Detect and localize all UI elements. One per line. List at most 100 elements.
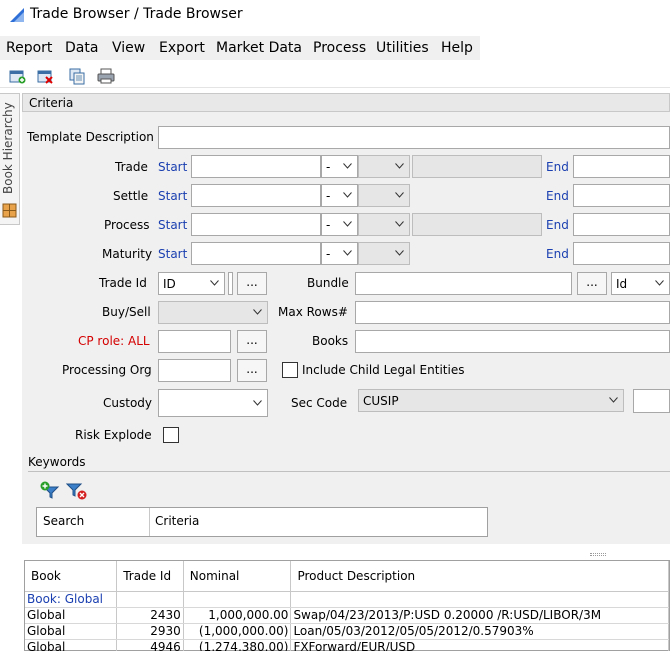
custody-select[interactable] — [158, 389, 268, 417]
risk-explode-checkbox[interactable] — [163, 427, 179, 443]
trade-end-label: End — [546, 160, 569, 174]
cell-trade-id: 2930 — [116, 623, 184, 640]
bundle-label: Bundle — [307, 276, 349, 290]
risk-explode-label: Risk Explode — [75, 428, 152, 442]
keywords-divider — [28, 471, 670, 472]
settle-offset-select[interactable]: - — [321, 184, 358, 207]
sec-code-select[interactable]: CUSIP — [358, 389, 624, 412]
copy-icon[interactable] — [68, 67, 86, 85]
sec-code-input[interactable] — [633, 389, 670, 413]
processing-org-label: Processing Org — [62, 363, 152, 377]
menu-data[interactable]: Data — [65, 40, 98, 56]
cell-product-description: Swap/04/23/2013/P:USD 0.20000 /R:USD/LIB… — [290, 607, 669, 624]
menu-view[interactable]: View — [112, 40, 145, 56]
template-description-label: Template Description — [27, 130, 154, 144]
menu-export[interactable]: Export — [159, 40, 205, 56]
include-child-checkbox[interactable] — [282, 362, 298, 378]
buy-sell-label: Buy/Sell — [102, 305, 151, 319]
cell-product-description: Loan/05/03/2012/05/05/2012/0.57903% — [290, 623, 669, 640]
menu-bar: Report Data View Export Market Data Proc… — [0, 36, 480, 60]
column-header-book[interactable]: Book — [25, 561, 118, 592]
max-rows-label: Max Rows# — [278, 305, 348, 319]
settle-tenor-select[interactable] — [358, 184, 410, 207]
settle-label: Settle — [113, 189, 149, 203]
trade-end-date-input[interactable] — [573, 155, 670, 178]
settle-start-date-input[interactable] — [191, 184, 321, 207]
keywords-label: Keywords — [28, 455, 86, 469]
bundle-chooser-button[interactable]: ... — [577, 272, 607, 295]
column-header-trade-id[interactable]: Trade Id — [116, 561, 184, 592]
menu-help[interactable]: Help — [441, 40, 473, 56]
group-row[interactable]: Book: Global — [25, 591, 669, 608]
window-title: Trade Browser / Trade Browser — [30, 6, 243, 22]
menu-report[interactable]: Report — [6, 40, 52, 56]
maturity-tenor-select[interactable] — [358, 242, 410, 265]
chevron-down-icon — [343, 221, 352, 227]
table-row[interactable]: Global 4946 (1,274,380.00) FXForward/EUR… — [25, 639, 669, 651]
cp-role-chooser-button[interactable]: ... — [237, 330, 267, 353]
bundle-type-select[interactable]: Id — [611, 272, 670, 295]
delete-trade-icon[interactable] — [36, 67, 54, 85]
max-rows-input[interactable] — [355, 301, 670, 324]
trade-tenor-select[interactable] — [358, 155, 410, 178]
book-hierarchy-label: Book Hierarchy — [1, 102, 15, 194]
book-hierarchy-tab[interactable]: Book Hierarchy — [0, 93, 20, 225]
trade-tenor-input[interactable] — [412, 155, 542, 178]
print-icon[interactable] — [97, 67, 115, 85]
process-start-date-input[interactable] — [191, 213, 321, 236]
books-input[interactable] — [355, 330, 670, 353]
table-row[interactable]: Global 2430 1,000,000.00 Swap/04/23/2013… — [25, 607, 669, 624]
template-description-input[interactable] — [158, 126, 670, 149]
column-header-nominal[interactable]: Nominal — [183, 561, 292, 592]
chevron-down-icon — [395, 250, 404, 256]
title-bar: Trade Browser / Trade Browser — [0, 0, 670, 30]
chevron-down-icon — [655, 280, 664, 286]
process-offset-select[interactable]: - — [321, 213, 358, 236]
maturity-start-date-input[interactable] — [191, 242, 321, 265]
trade-id-chooser-button[interactable]: ... — [237, 272, 267, 295]
buy-sell-select[interactable] — [158, 301, 268, 324]
add-filter-icon[interactable] — [40, 481, 60, 499]
splitter-grip[interactable] — [590, 553, 606, 556]
settle-end-label: End — [546, 189, 569, 203]
settle-start-label: Start — [158, 189, 188, 203]
maturity-offset-select[interactable]: - — [321, 242, 358, 265]
process-end-date-input[interactable] — [573, 213, 670, 236]
keywords-criteria-column: Criteria — [155, 514, 200, 528]
table-row[interactable]: Global 2930 (1,000,000.00) Loan/05/03/20… — [25, 623, 669, 640]
trade-offset-select[interactable]: - — [321, 155, 358, 178]
process-tenor-select[interactable] — [358, 213, 410, 236]
chevron-down-icon — [210, 280, 219, 286]
cell-book: Global — [25, 607, 118, 624]
cell-nominal: 1,000,000.00 — [183, 607, 292, 624]
trade-start-date-input[interactable] — [191, 155, 321, 178]
trade-start-label: Start — [158, 160, 188, 174]
chevron-down-icon — [343, 192, 352, 198]
cp-role-input[interactable] — [158, 330, 231, 353]
criteria-header: Criteria — [22, 93, 670, 112]
new-trade-icon[interactable] — [8, 67, 26, 85]
bundle-input[interactable] — [355, 272, 572, 295]
menu-market-data[interactable]: Market Data — [216, 40, 302, 56]
toolbar — [0, 64, 670, 88]
maturity-end-label: End — [546, 247, 569, 261]
process-tenor-input[interactable] — [412, 213, 542, 236]
cp-role-label[interactable]: CP role: ALL — [78, 334, 150, 348]
results-table: Book Trade Id Nominal Product Descriptio… — [24, 560, 670, 651]
column-header-product-description[interactable]: Product Description — [290, 561, 669, 592]
cell-book: Global — [25, 623, 118, 640]
maturity-end-date-input[interactable] — [573, 242, 670, 265]
maturity-label: Maturity — [102, 247, 153, 261]
menu-process[interactable]: Process — [313, 40, 366, 56]
processing-org-input[interactable] — [158, 359, 231, 382]
processing-org-chooser-button[interactable]: ... — [237, 359, 267, 382]
trade-id-input[interactable] — [228, 272, 233, 295]
keywords-table[interactable]: Search Criteria — [36, 507, 488, 537]
criteria-title: Criteria — [29, 96, 74, 110]
chevron-down-icon — [395, 221, 404, 227]
settle-end-date-input[interactable] — [573, 184, 670, 207]
trade-id-type-select[interactable]: ID — [158, 272, 225, 295]
cell-book: Global — [25, 639, 118, 651]
remove-filter-icon[interactable] — [66, 481, 88, 501]
menu-utilities[interactable]: Utilities — [376, 40, 429, 56]
